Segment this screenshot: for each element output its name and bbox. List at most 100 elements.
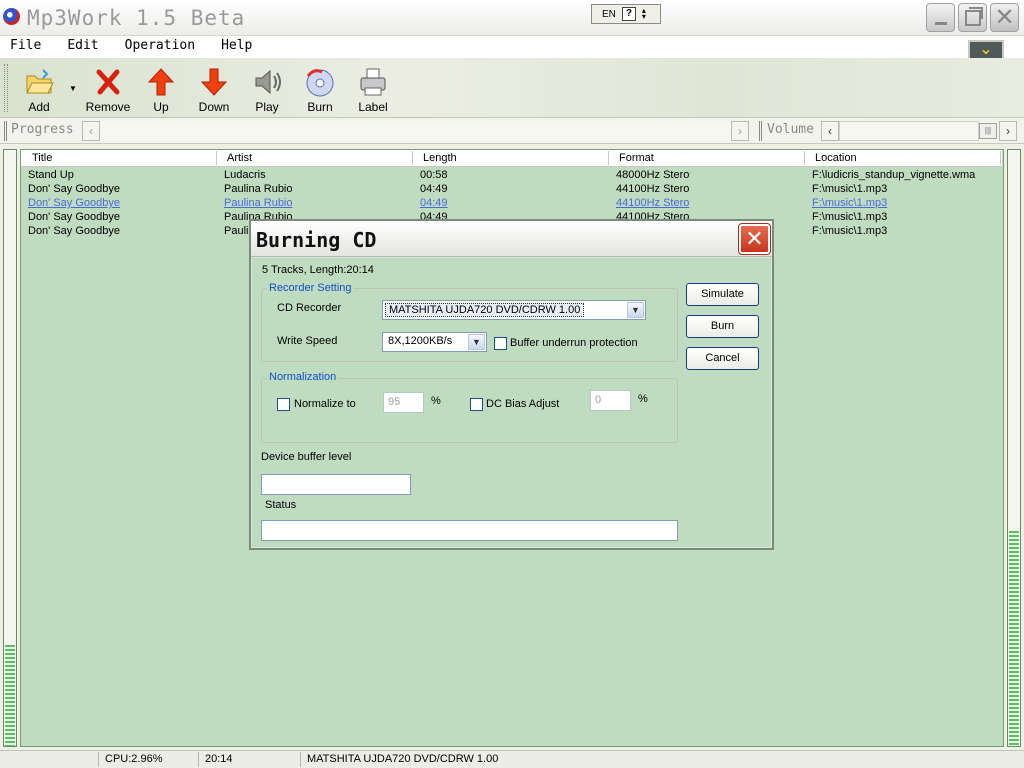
burn-dialog-button[interactable]: Burn [686,315,759,338]
column-title[interactable]: Title [32,152,52,164]
dc-bias-value-field[interactable]: 0 [590,390,631,411]
chevron-down-icon[interactable]: ▼ [627,302,644,318]
cell-length: 04:49 [420,197,448,209]
right-level-meter [1007,149,1021,747]
remove-label: Remove [85,100,131,114]
table-row[interactable]: Stand Up Ludacris 00:58 48000Hz Stero F:\lud… [28,169,1003,183]
total-length: 20:14 [198,752,298,767]
close-button[interactable]: ✕ [990,3,1019,32]
menu-edit[interactable]: Edit [67,36,104,58]
ime-options-icon[interactable]: ▴ ▾ [642,7,646,21]
volume-right-button[interactable]: › [999,121,1017,141]
menu-file[interactable]: File [10,36,47,58]
restore-icon [965,10,981,26]
column-length[interactable]: Length [423,152,457,164]
toolbar-grip[interactable] [4,64,8,112]
menu-help[interactable]: Help [221,36,258,58]
normalize-label: Normalize to [294,398,356,410]
ime-help-icon[interactable]: ? [621,7,636,21]
normalize-value-field[interactable]: 95 [383,392,424,413]
chevron-left-icon: ‹ [828,124,832,138]
device-buffer-label: Device buffer level [261,451,352,463]
write-speed-select[interactable]: 8X,1200KB/s ▼ [382,332,487,352]
minimize-button[interactable] [926,3,955,32]
down-arrow-icon [198,66,230,98]
red-x-icon [92,66,124,98]
label-label: Label [358,100,388,114]
chevron-left-icon: ‹ [89,124,93,138]
volume-grip[interactable] [759,121,762,141]
cell-artist: Paulina Rubio [224,197,293,209]
folder-open-icon [23,66,55,98]
status-label: Status [265,499,297,511]
speaker-icon [251,66,283,98]
cd-recorder-select[interactable]: MATSHITA UJDA720 DVD/CDRW 1.00 ▼ [382,300,646,320]
burn-button[interactable]: Burn [295,64,345,114]
label-button[interactable]: Label [348,64,398,114]
down-button[interactable]: Down [189,64,239,114]
up-button[interactable]: Up [136,64,186,114]
write-speed-value: 8X,1200KB/s [388,335,453,347]
cell-length: 00:58 [420,169,448,181]
status-progress [261,520,678,541]
buffer-underrun-checkbox[interactable] [494,337,507,350]
cell-artist: Ludacris [224,169,266,181]
close-icon: ✕ [745,226,764,251]
normalization-title: Normalization [267,371,339,383]
column-artist[interactable]: Artist [227,152,252,164]
track-list-header: Title Artist Length Format Location [21,150,1002,167]
progress-left-button[interactable]: ‹ [82,121,100,141]
cell-length: 04:49 [420,183,448,195]
normalize-checkbox[interactable] [277,398,290,411]
volume-label: Volume [767,122,814,137]
dc-bias-checkbox[interactable] [470,398,483,411]
cell-title: Don' Say Goodbye [28,197,120,209]
cd-recorder-label: CD Recorder [277,302,342,314]
cancel-button[interactable]: Cancel [686,347,759,370]
cell-location: F:\music\1.mp3 [812,211,888,223]
left-level-meter [3,149,17,747]
table-row[interactable]: Don' Say Goodbye Paulina Rubio 04:49 44100H… [28,183,1003,197]
maximize-button[interactable] [958,3,987,32]
burn-label: Burn [307,100,333,114]
add-label: Add [28,100,50,114]
add-dropdown-icon[interactable]: ▼ [69,84,77,93]
progress-slider[interactable] [100,121,731,141]
device-buffer-meter [261,474,411,495]
language-bar[interactable]: EN ? ▴ ▾ [591,4,661,24]
language-indicator[interactable]: EN [602,9,616,20]
menu-operation[interactable]: Operation [125,36,201,58]
cd-recorder-value: MATSHITA UJDA720 DVD/CDRW 1.00 [385,303,585,317]
device-name: MATSHITA UJDA720 DVD/CDRW 1.00 [300,752,1024,767]
recorder-setting-title: Recorder Setting [267,282,354,294]
cell-format: 44100Hz Stero [616,197,690,209]
dc-bias-unit: % [638,393,648,405]
column-location[interactable]: Location [815,152,857,164]
printer-icon [357,66,389,98]
right-level-fill [1009,531,1019,746]
volume-left-button[interactable]: ‹ [821,121,839,141]
chevron-right-icon: › [738,124,742,138]
remove-button[interactable]: Remove [83,64,133,114]
chevron-down-icon[interactable]: ▼ [468,334,485,350]
cell-location: F:\music\1.mp3 [812,197,888,209]
dialog-title-bar[interactable]: Burning CD ✕ [251,221,772,257]
table-row[interactable]: Don' Say Goodbye Paulina Rubio 04:49 44100H… [28,197,1003,211]
cell-title: Don' Say Goodbye [28,211,120,223]
volume-thumb[interactable]: ||| [979,123,997,139]
dialog-close-button[interactable]: ✕ [738,223,771,255]
play-button[interactable]: Play [242,64,292,114]
simulate-button[interactable]: Simulate [686,283,759,306]
cell-title: Don' Say Goodbye [28,183,120,195]
menu-bar: File Edit Operation Help [0,36,1024,58]
add-button[interactable]: Add [14,64,64,114]
app-cd-icon[interactable] [3,8,20,25]
progress-grip[interactable] [4,121,7,141]
column-format[interactable]: Format [619,152,654,164]
cell-location: F:\ludicris_standup_vignette.wma [812,169,976,181]
play-label: Play [255,100,279,114]
cell-location: F:\music\1.mp3 [812,183,888,195]
volume-slider[interactable]: ||| [839,121,997,141]
cell-format: 48000Hz Stero [616,169,690,181]
progress-right-button[interactable]: › [731,121,749,141]
